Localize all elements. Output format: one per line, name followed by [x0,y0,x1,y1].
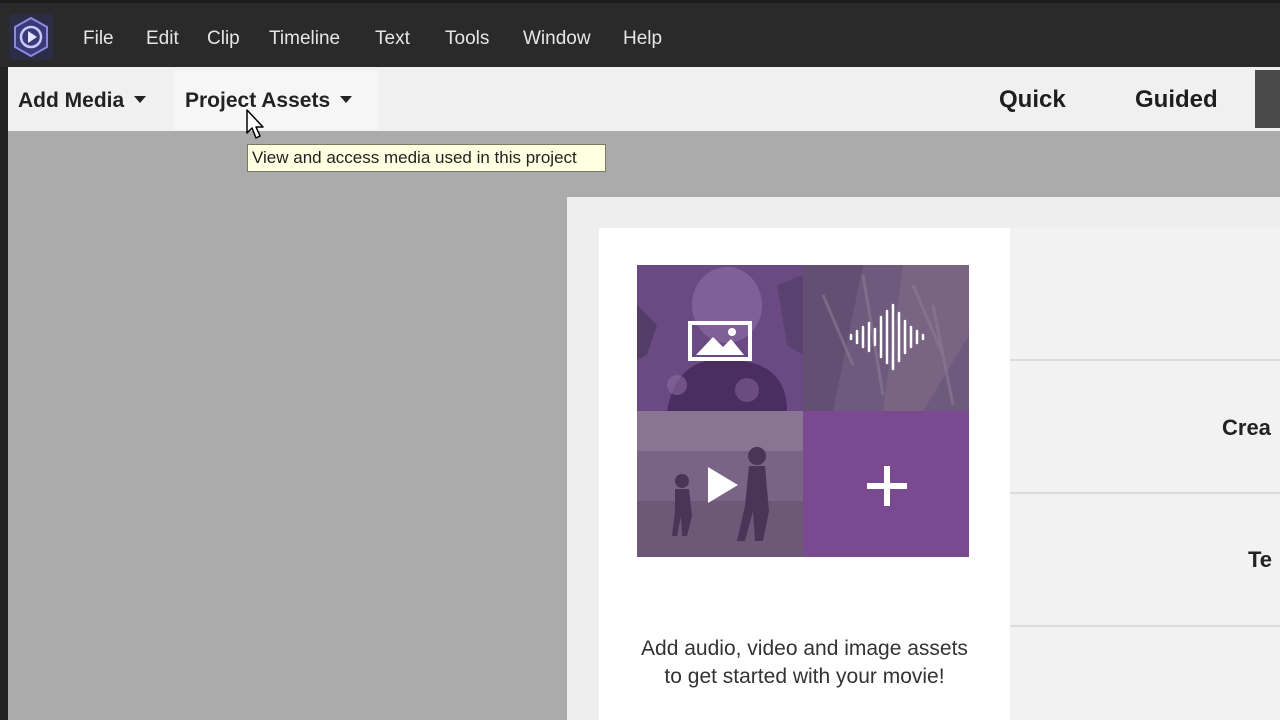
app-logo-icon[interactable] [9,14,53,60]
menu-window[interactable]: Window [523,27,591,51]
caret-down-icon [134,96,147,103]
mouse-cursor-icon [246,109,266,146]
mode-expert-tab[interactable] [1255,70,1280,128]
welcome-message-line1: Add audio, video and image assets [641,637,968,660]
video-tile[interactable] [637,411,803,557]
menu-edit[interactable]: Edit [146,27,179,51]
welcome-message-line2: to get started with your movie! [664,665,945,688]
window-left-border [0,67,8,720]
menu-clip[interactable]: Clip [207,27,240,51]
menu-tools[interactable]: Tools [445,27,489,51]
menu-file[interactable]: File [83,27,114,51]
project-assets-button-content[interactable]: Project Assets [185,88,353,114]
title-strip [0,0,1280,3]
mode-guided-tab[interactable]: Guided [1135,85,1218,115]
project-assets-button[interactable]: Project Assets [174,70,378,130]
side-list [1010,228,1280,720]
audio-tile[interactable] [803,265,969,411]
menu-timeline[interactable]: Timeline [269,27,340,51]
welcome-message: Add audio, video and image assets to get… [599,635,1010,691]
side-list-divider [1010,492,1280,494]
project-assets-tooltip: View and access media used in this proje… [247,144,606,172]
image-tile[interactable] [637,265,803,411]
menu-text[interactable]: Text [375,27,410,51]
caret-down-icon [340,96,353,103]
add-media-label: Add Media [18,89,125,112]
side-list-item-create[interactable]: Crea [1222,415,1271,441]
side-list-divider [1010,359,1280,361]
menu-help[interactable]: Help [623,27,662,51]
mode-quick-tab[interactable]: Quick [999,85,1066,115]
add-media-tile[interactable] [803,411,969,557]
menu-bar: File Edit Clip Timeline Text Tools Windo… [0,0,1280,67]
side-list-divider [1010,625,1280,627]
side-list-item-te[interactable]: Te [1248,547,1272,573]
add-media-button[interactable]: Add Media [18,88,147,114]
